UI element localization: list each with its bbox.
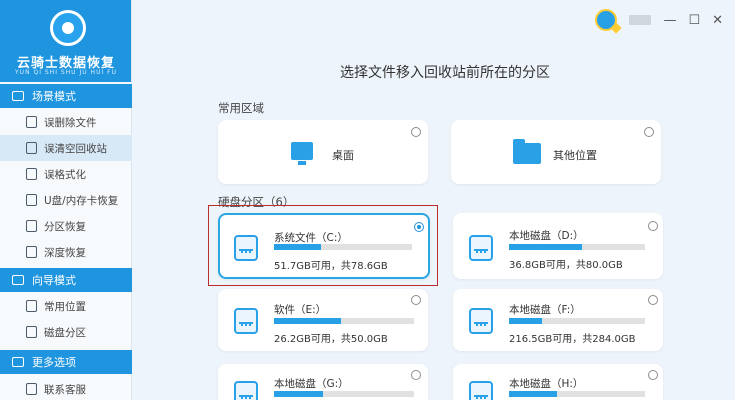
disk-usage-fill: [509, 318, 542, 324]
close-button[interactable]: ✕: [712, 13, 723, 28]
maximize-button[interactable]: ☐: [688, 13, 700, 28]
minimize-button[interactable]: —: [663, 13, 676, 28]
disk-name: 本地磁盘（F:）: [509, 304, 581, 316]
logo-subtitle: YUN QI SHI SHU JU HUI FU: [15, 69, 117, 76]
disk-capacity: 26.2GB可用，共50.0GB: [274, 334, 388, 345]
sidebar-item-label: 联系客服: [44, 383, 86, 396]
disk-name: 软件（E:）: [274, 304, 327, 316]
radio-button[interactable]: [648, 295, 658, 305]
sidebar-item-format[interactable]: 误格式化: [0, 161, 132, 187]
logo-area: 云骑士数据恢复 YUN QI SHI SHU JU HUI FU: [0, 0, 131, 82]
username-redacted: [629, 15, 652, 25]
desktop-icon: [291, 142, 313, 165]
disk-icon: [469, 381, 493, 400]
common-area-name: 其他位置: [553, 149, 597, 162]
sidebar-item-usb[interactable]: U盘/内存卡恢复: [0, 187, 132, 213]
disk-usage-bar: [509, 244, 645, 250]
sidebar: 云骑士数据恢复 YUN QI SHI SHU JU HUI FU 场景模式 误删…: [0, 0, 132, 400]
disk-usage-fill: [274, 318, 342, 324]
disk-usage-fill: [274, 391, 323, 397]
disk-partition-icon: [26, 326, 37, 338]
disk-usage-bar: [509, 318, 645, 324]
sidebar-item-label: 分区恢复: [44, 220, 86, 233]
disk-capacity: 36.8GB可用，共80.0GB: [509, 260, 623, 271]
sidebar-item-label: 误格式化: [44, 168, 86, 181]
deep-recover-icon: [26, 246, 37, 258]
window-controls: — ☐ ✕: [595, 9, 723, 31]
sidebar-item-recycle-bin[interactable]: 误清空回收站: [0, 135, 132, 161]
radio-button[interactable]: [411, 370, 421, 380]
disk-name: 本地磁盘（D:）: [509, 230, 584, 242]
disk-icon: [469, 235, 493, 261]
recycle-bin-icon: [26, 142, 37, 154]
disk-icon: [234, 308, 258, 334]
section-scene-mode[interactable]: 场景模式: [0, 84, 132, 108]
disk-usage-bar: [274, 318, 414, 324]
sidebar-item-label: 磁盘分区: [44, 326, 86, 339]
section-label: 场景模式: [32, 90, 76, 103]
folder-icon: [513, 139, 541, 164]
sidebar-item-label: 误清空回收站: [44, 142, 107, 155]
guide-icon: [12, 275, 24, 285]
sidebar-item-label: U盘/内存卡恢复: [44, 194, 119, 207]
radio-button[interactable]: [648, 221, 658, 231]
disk-usage-fill: [509, 244, 583, 250]
disk-card-g[interactable]: 本地磁盘（G:）: [218, 364, 428, 400]
sidebar-item-label: 常用位置: [44, 300, 86, 313]
format-icon: [26, 168, 37, 180]
section-more-options[interactable]: 更多选项: [0, 350, 132, 374]
disk-card-f[interactable]: 本地磁盘（F:） 216.5GB可用，共284.0GB: [453, 289, 663, 351]
radio-button[interactable]: [644, 127, 654, 137]
disk-card-h[interactable]: 本地磁盘（H:）: [453, 364, 663, 400]
sidebar-item-label: 深度恢复: [44, 246, 86, 259]
page-title: 选择文件移入回收站前所在的分区: [340, 65, 550, 81]
common-area-name: 桌面: [332, 149, 354, 162]
radio-button[interactable]: [648, 370, 658, 380]
disk-card-d[interactable]: 本地磁盘（D:） 36.8GB可用，共80.0GB: [453, 213, 663, 279]
sidebar-item-label: 误删除文件: [44, 116, 97, 129]
sidebar-item-deep-recover[interactable]: 深度恢复: [0, 239, 132, 265]
usb-icon: [26, 194, 37, 206]
disk-usage-bar: [274, 391, 414, 397]
highlight-box: [208, 205, 438, 286]
radio-button[interactable]: [411, 295, 421, 305]
logo-icon: [50, 10, 86, 46]
file-delete-icon: [26, 116, 37, 128]
common-area-label: 常用区域: [218, 101, 264, 115]
sidebar-item-partition[interactable]: 分区恢复: [0, 213, 132, 239]
disk-icon: [469, 308, 493, 334]
common-area-card-other[interactable]: 其他位置: [451, 120, 661, 184]
scene-icon: [12, 91, 24, 101]
disk-usage-fill: [509, 391, 557, 397]
sidebar-item-common-location[interactable]: 常用位置: [0, 293, 132, 319]
section-label: 向导模式: [32, 274, 76, 287]
disk-icon: [234, 381, 258, 400]
disk-name: 本地磁盘（H:）: [509, 378, 584, 390]
avatar-icon[interactable]: [595, 9, 618, 31]
disk-card-e[interactable]: 软件（E:） 26.2GB可用，共50.0GB: [218, 289, 428, 351]
sidebar-item-deleted-files[interactable]: 误删除文件: [0, 109, 132, 135]
menu-icon: [12, 357, 24, 367]
section-label: 更多选项: [32, 356, 76, 369]
disk-usage-bar: [509, 391, 645, 397]
section-guide-mode[interactable]: 向导模式: [0, 268, 132, 292]
location-icon: [26, 300, 37, 312]
radio-button[interactable]: [411, 127, 421, 137]
common-area-card-desktop[interactable]: 桌面: [218, 120, 428, 184]
disk-name: 本地磁盘（G:）: [274, 378, 349, 390]
sidebar-item-support[interactable]: 联系客服: [0, 376, 132, 400]
support-icon: [26, 383, 37, 395]
partition-icon: [26, 220, 37, 232]
disk-capacity: 216.5GB可用，共284.0GB: [509, 334, 636, 345]
sidebar-item-disk-partition[interactable]: 磁盘分区: [0, 319, 132, 345]
